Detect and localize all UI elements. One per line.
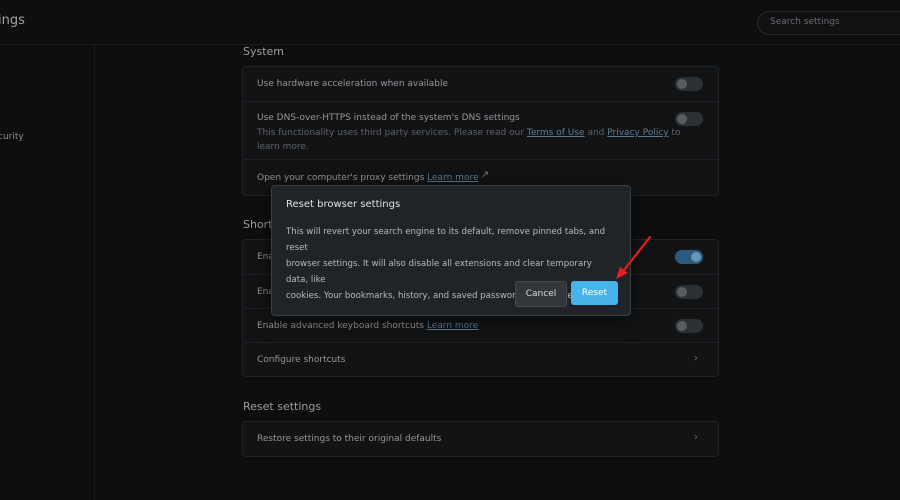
dialog-body-line-1: This will revert your search engine to i… (286, 227, 606, 253)
reset-browser-settings-dialog: Reset browser settings This will revert … (271, 185, 631, 316)
annotation-arrow-icon (616, 235, 652, 279)
cancel-button[interactable]: Cancel (515, 281, 567, 307)
reset-button[interactable]: Reset (571, 281, 618, 305)
dialog-title: Reset browser settings (286, 199, 401, 210)
